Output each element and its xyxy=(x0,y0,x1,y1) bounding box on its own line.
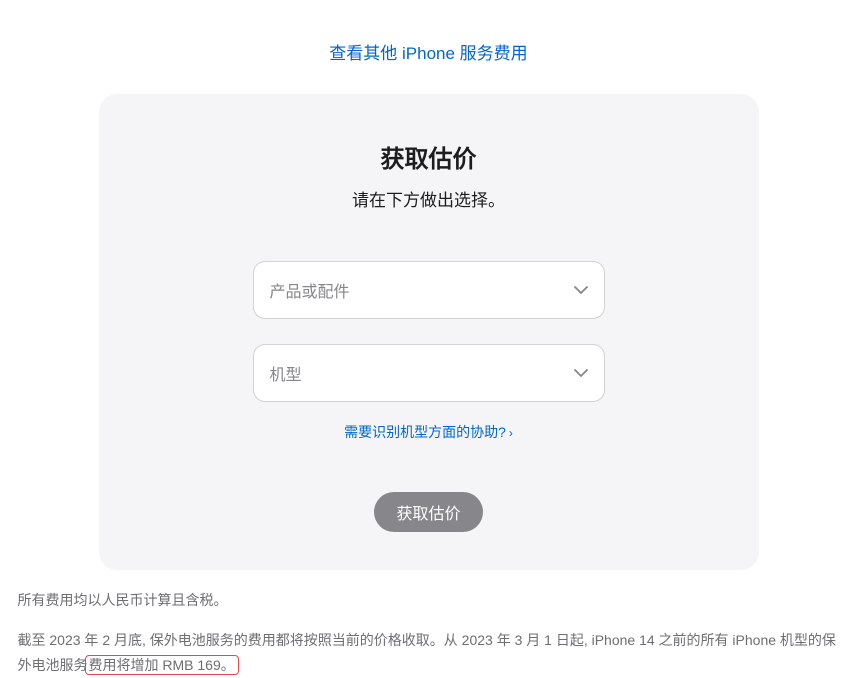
model-select-wrapper: 机型 xyxy=(253,344,605,402)
chevron-right-icon: › xyxy=(509,426,513,440)
get-estimate-button[interactable]: 获取估价 xyxy=(374,492,482,532)
other-services-link[interactable]: 查看其他 iPhone 服务费用 xyxy=(329,44,527,63)
product-select-placeholder: 产品或配件 xyxy=(270,278,350,302)
estimate-card: 获取估价 请在下方做出选择。 产品或配件 机型 需要识别机型方面的协助?› xyxy=(99,94,759,570)
identify-model-link[interactable]: 需要识别机型方面的协助?› xyxy=(344,424,513,440)
top-link-container: 查看其他 iPhone 服务费用 xyxy=(0,0,857,94)
card-title: 获取估价 xyxy=(149,139,709,174)
footer-disclaimer: 所有费用均以人民币计算且含税。 xyxy=(18,590,840,610)
footer-pricing-note: 截至 2023 年 2 月底, 保外电池服务的费用都将按照当前的价格收取。从 2… xyxy=(18,628,840,678)
chevron-down-icon xyxy=(574,364,588,382)
footer: 所有费用均以人民币计算且含税。 截至 2023 年 2 月底, 保外电池服务的费… xyxy=(14,590,844,678)
product-select[interactable]: 产品或配件 xyxy=(253,261,605,319)
card-subtitle: 请在下方做出选择。 xyxy=(149,186,709,211)
model-select[interactable]: 机型 xyxy=(253,344,605,402)
chevron-down-icon xyxy=(574,281,588,299)
helper-link-container: 需要识别机型方面的协助?› xyxy=(149,422,709,442)
submit-wrapper: 获取估价 xyxy=(149,492,709,532)
product-select-wrapper: 产品或配件 xyxy=(253,261,605,319)
price-increase-highlight: 费用将增加 RMB 169。 xyxy=(85,655,239,675)
model-select-placeholder: 机型 xyxy=(270,361,302,385)
